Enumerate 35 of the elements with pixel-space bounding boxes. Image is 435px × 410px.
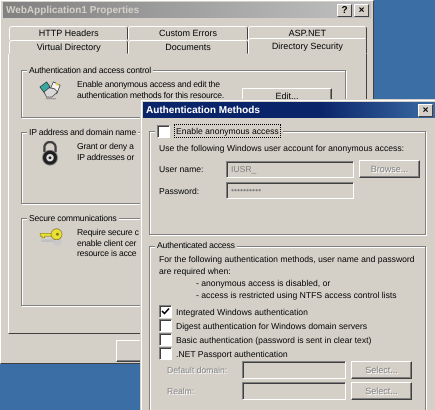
key-icon (39, 227, 65, 247)
window-title: WebApplication1 Properties (6, 4, 140, 16)
field-label: Realm: (167, 386, 196, 396)
checkbox[interactable] (157, 124, 170, 138)
group-description: Require secure c enable client cer resource is acce (77, 227, 139, 258)
tab[interactable]: HTTP Headers (9, 26, 128, 40)
checkbox[interactable] (159, 333, 172, 346)
field-label: User name: (159, 164, 204, 174)
tab[interactable]: Custom Errors (128, 26, 248, 40)
checkbox-label[interactable]: Integrated Windows authentication (176, 306, 308, 318)
checkbox[interactable] (159, 319, 172, 332)
close-button[interactable]: × (418, 104, 433, 116)
dialog-title: Authentication Methods (146, 104, 261, 116)
checkbox[interactable] (159, 347, 172, 360)
group-title: Authentication and access control (27, 64, 153, 76)
checkbox-label[interactable]: Enable anonymous access (174, 124, 281, 138)
tab[interactable]: Virtual Directory (9, 40, 128, 54)
checkbox-label[interactable]: Digest authentication for Windows domain servers (176, 320, 368, 332)
condition-text: - anonymous access is disabled, or (195, 277, 332, 289)
field-label: Default domain: (167, 365, 228, 375)
checkbox[interactable] (159, 305, 172, 318)
field-label: Password: (159, 186, 200, 196)
group-description: Enable anonymous access and edit the authentication methods for this resource. (77, 79, 224, 100)
instruction-text: Use the following Windows user account for anonymous access: (159, 142, 406, 154)
checkbox-label[interactable]: Basic authentication (password is sent in clear text) (176, 334, 372, 346)
condition-text: - access is restricted using NTFS access control lists (195, 289, 398, 301)
group-description: Grant or deny a IP addresses or (77, 141, 134, 162)
checkbox-label[interactable]: .NET Passport authentication (176, 348, 288, 360)
tab[interactable]: Documents (128, 40, 248, 54)
instruction-text: For the following authentication methods, user name and password are required when: (159, 253, 416, 277)
group-title: IP address and domain name (27, 126, 138, 138)
group-title: Authenticated access (155, 239, 237, 251)
padlock-icon (39, 141, 61, 167)
tab[interactable]: Directory Security (248, 38, 367, 54)
group-title: Secure communications (27, 212, 119, 224)
